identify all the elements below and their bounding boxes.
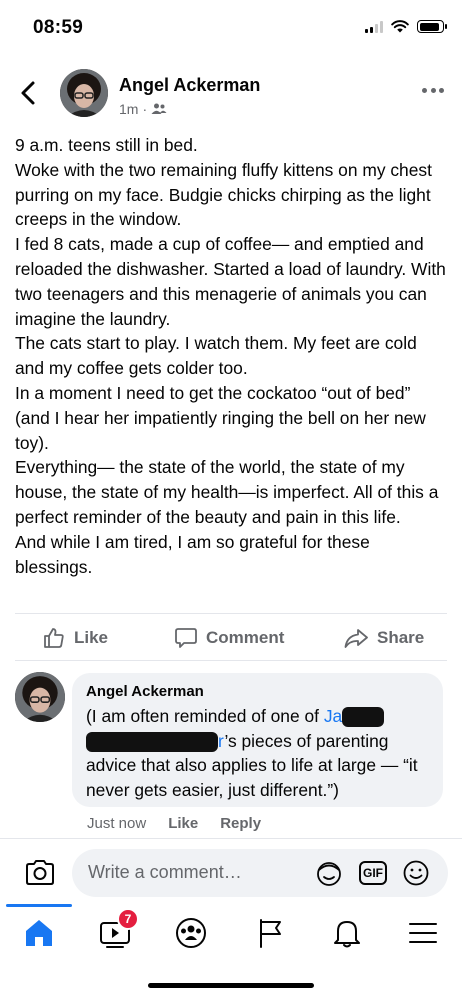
comment-label: Comment — [206, 628, 285, 647]
comment-input-placeholder: Write a comment… — [88, 862, 242, 882]
home-icon[interactable] — [22, 916, 56, 950]
signal-icon — [365, 20, 383, 33]
post-paragraph: In a moment I need to get the cockatoo “… — [15, 382, 426, 453]
post-body: 9 a.m. teens still in bed. Woke with the… — [15, 133, 449, 579]
post-header: Angel Ackerman 1m · — [0, 66, 462, 122]
post-paragraph: And while I am tired, I am so grateful f… — [15, 531, 370, 577]
comment-text-start: (I am often reminded of one of — [86, 706, 324, 726]
battery-icon — [417, 20, 447, 33]
avatar-sticker-icon[interactable] — [315, 859, 343, 887]
status-bar: 08:59 — [0, 0, 462, 56]
divider — [15, 613, 447, 614]
more-options-icon[interactable] — [422, 88, 444, 96]
comment-input[interactable]: Write a comment… GIF — [72, 849, 448, 897]
post-time: 1m — [119, 101, 139, 117]
wifi-icon — [391, 20, 409, 33]
menu-icon[interactable] — [406, 916, 440, 950]
comment-reply-button[interactable]: Reply — [220, 815, 261, 832]
comment-icon — [175, 628, 197, 648]
comment-bubble[interactable]: Angel Ackerman (I am often reminded of o… — [72, 673, 443, 807]
comment-author[interactable]: Angel Ackerman — [86, 683, 204, 700]
comment-button[interactable]: Comment — [174, 626, 284, 650]
comment-avatar[interactable] — [15, 672, 65, 722]
post-paragraph: Woke with the two remaining fluffy kitte… — [15, 159, 432, 230]
like-label: Like — [74, 628, 109, 647]
mention-start: Ja — [323, 706, 343, 726]
meta-separator: · — [142, 101, 148, 117]
status-icons — [365, 20, 447, 33]
friends-icon — [151, 103, 167, 114]
divider — [15, 660, 447, 661]
post-meta: 1m · — [119, 101, 167, 117]
avatar-image — [60, 69, 108, 117]
gif-label: GIF — [363, 866, 383, 880]
active-tab-indicator — [6, 904, 72, 907]
comment-time: Just now — [87, 815, 147, 832]
home-indicator[interactable] — [148, 983, 314, 988]
like-icon — [44, 628, 64, 648]
redaction — [342, 707, 385, 728]
notifications-icon[interactable] — [330, 916, 364, 950]
comment-input-bar: Write a comment… GIF — [0, 838, 462, 902]
post-actions: Like Comment Share — [0, 620, 462, 658]
pages-icon[interactable] — [254, 916, 288, 950]
avatar-image — [15, 672, 65, 722]
emoji-icon[interactable] — [402, 859, 430, 887]
share-button[interactable]: Share — [343, 626, 424, 650]
status-time: 08:59 — [33, 17, 84, 38]
comment-like-button[interactable]: Like — [168, 815, 198, 832]
groups-icon[interactable] — [174, 916, 208, 950]
comment-text: (I am often reminded of one of Ja r’s pi… — [86, 704, 438, 802]
gif-icon[interactable]: GIF — [359, 861, 387, 885]
bottom-navigation — [0, 902, 462, 964]
comment-meta: Just now Like Reply — [87, 815, 261, 832]
notification-badge: 7 — [117, 908, 139, 930]
like-button[interactable]: Like — [42, 626, 108, 650]
post-paragraph: I fed 8 cats, made a cup of coffee— and … — [15, 234, 446, 329]
back-icon[interactable] — [16, 80, 42, 106]
redaction — [86, 732, 218, 752]
share-icon — [344, 629, 368, 648]
post-paragraph: 9 a.m. teens still in bed. — [15, 135, 198, 155]
post-paragraph: Everything— the state of the world, the … — [15, 457, 439, 527]
author-name[interactable]: Angel Ackerman — [119, 75, 260, 96]
post-paragraph: The cats start to play. I watch them. My… — [15, 333, 417, 379]
avatar[interactable] — [60, 69, 108, 117]
share-label: Share — [377, 628, 425, 647]
battery-level — [419, 22, 440, 31]
camera-icon[interactable] — [24, 859, 56, 887]
